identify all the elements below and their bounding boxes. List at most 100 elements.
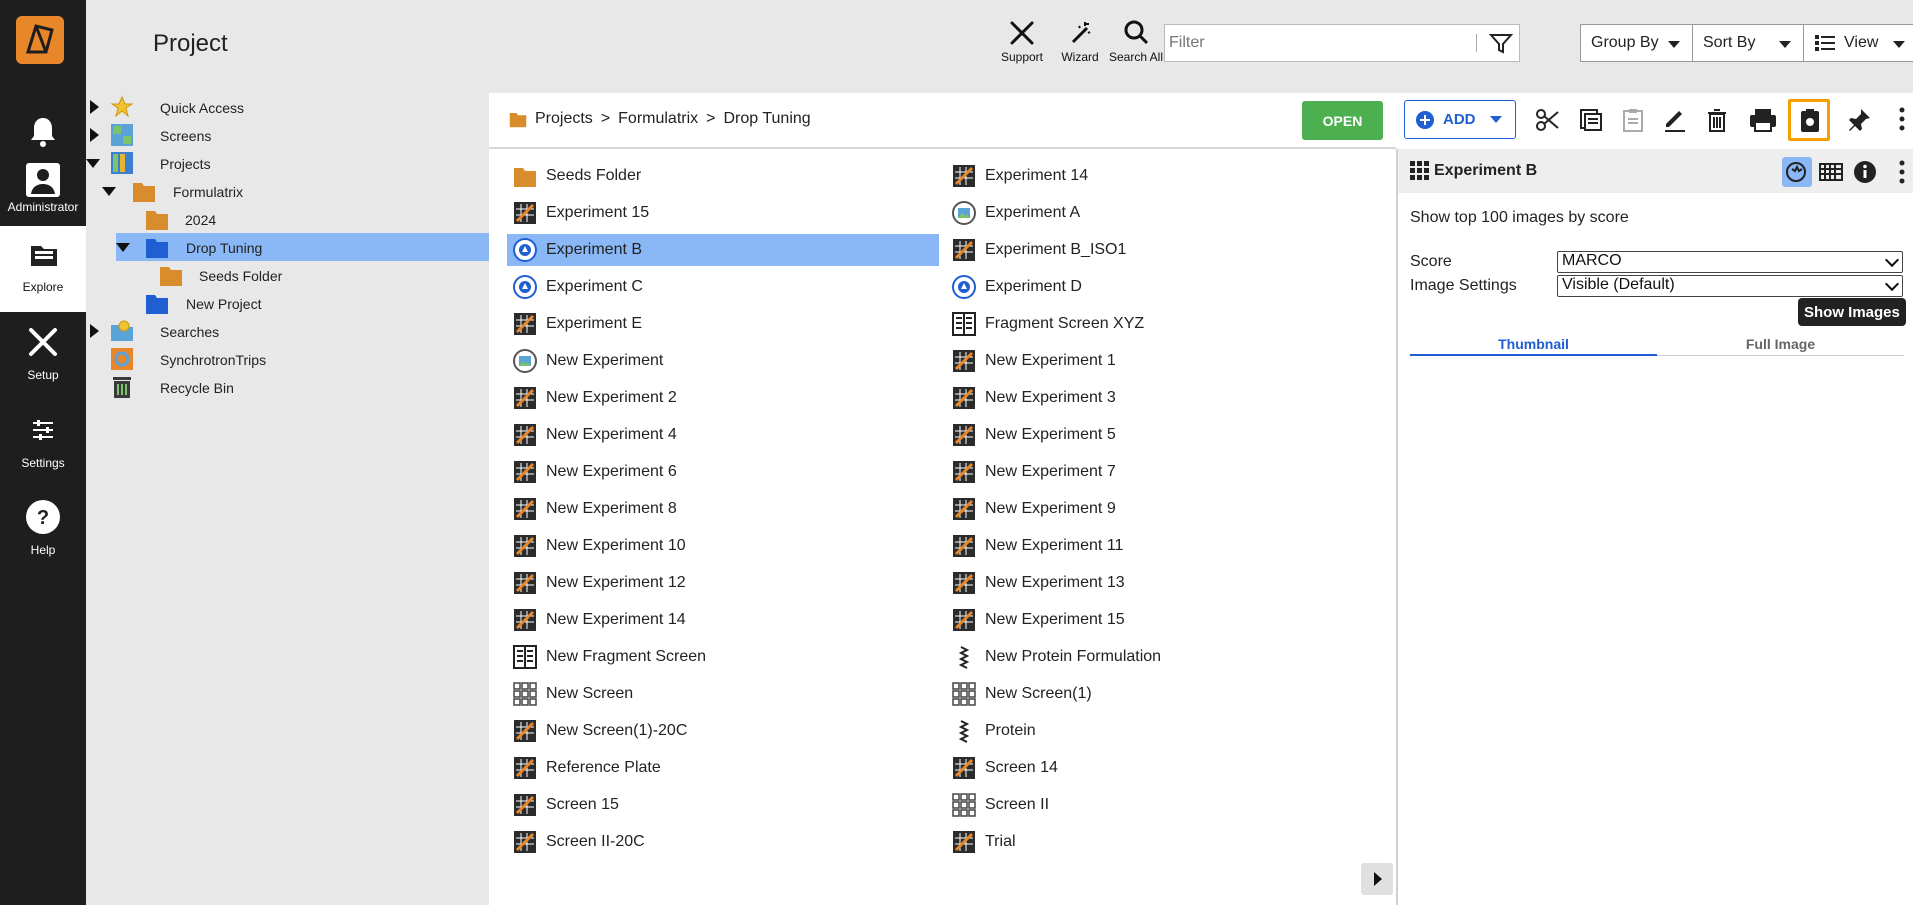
add-button[interactable]: ADD (1404, 100, 1516, 139)
tree-item-screens[interactable]: Screens (86, 121, 489, 149)
tree-item-synchrotron-trips[interactable]: SynchrotronTrips (86, 345, 489, 373)
score-select[interactable]: MARCO (1557, 251, 1903, 273)
list-item-fragment-screen-xyz[interactable]: Fragment Screen XYZ (946, 308, 1378, 340)
open-button[interactable]: OPEN (1302, 101, 1383, 140)
help-button[interactable]: ? Help (0, 497, 86, 557)
list-item-new-experiment-5[interactable]: New Experiment 5 (946, 419, 1378, 451)
edit-icon[interactable] (1661, 106, 1689, 134)
list-item-experiment-a[interactable]: Experiment A (946, 197, 1378, 229)
tab-thumbnail[interactable]: Thumbnail (1410, 332, 1657, 356)
list-item-new-experiment-11[interactable]: New Experiment 11 (946, 530, 1378, 562)
list-item-new-experiment-12[interactable]: New Experiment 12 (507, 567, 939, 599)
list-item-experiment-b[interactable]: Experiment B (507, 234, 939, 266)
imaging-view-button[interactable] (1782, 157, 1812, 187)
list-item-experiment-b-iso1[interactable]: Experiment B_ISO1 (946, 234, 1378, 266)
tree-item-searches[interactable]: Searches (86, 317, 489, 345)
more-options-icon[interactable] (1898, 106, 1906, 132)
list-item-new-experiment-15[interactable]: New Experiment 15 (946, 604, 1378, 636)
list-item-new-experiment-1[interactable]: New Experiment 1 (946, 345, 1378, 377)
list-item-new-experiment-14[interactable]: New Experiment 14 (507, 604, 939, 636)
cut-icon[interactable] (1534, 106, 1562, 134)
list-item-new-experiment-9[interactable]: New Experiment 9 (946, 493, 1378, 525)
tree-item-2024[interactable]: 2024 (86, 205, 489, 233)
tree-item-new-project[interactable]: New Project (86, 289, 489, 317)
list-item-new-experiment-13[interactable]: New Experiment 13 (946, 567, 1378, 599)
expand-icon[interactable] (90, 128, 99, 142)
info-button[interactable] (1850, 157, 1880, 187)
funnel-icon[interactable] (1489, 32, 1513, 56)
tree-item-quick-access[interactable]: Quick Access (86, 93, 489, 121)
list-item-new-screen[interactable]: New Screen (507, 678, 939, 710)
collapse-icon[interactable] (102, 187, 116, 196)
paste-icon[interactable] (1619, 106, 1647, 134)
list-item-screen-15[interactable]: Screen 15 (507, 789, 939, 821)
list-item-new-screen-1-20c[interactable]: New Screen(1)-20C (507, 715, 939, 747)
plate-view-button[interactable] (1816, 157, 1846, 187)
list-item-label: New Experiment 10 (546, 537, 686, 554)
more-options-icon[interactable] (1898, 159, 1906, 185)
experiment-icon (514, 572, 536, 594)
filter-field[interactable] (1164, 24, 1520, 62)
list-item-trial[interactable]: Trial (946, 826, 1378, 858)
pin-icon[interactable] (1845, 106, 1873, 134)
tree-item-recycle-bin[interactable]: Recycle Bin (86, 373, 489, 401)
administrator-button[interactable]: Administrator (0, 162, 86, 216)
list-item-reference-plate[interactable]: Reference Plate (507, 752, 939, 784)
tree-item-seeds-folder[interactable]: Seeds Folder (86, 261, 489, 289)
notifications-button[interactable] (0, 112, 86, 158)
list-item-new-protein-formulation[interactable]: New Protein Formulation (946, 641, 1378, 673)
explore-button[interactable]: Explore (0, 226, 86, 312)
expand-icon[interactable] (90, 100, 99, 114)
tree-label: Quick Access (160, 100, 245, 116)
list-item-experiment-e[interactable]: Experiment E (507, 308, 939, 340)
list-item-label: Experiment A (985, 204, 1081, 221)
settings-button[interactable]: Settings (0, 410, 86, 470)
list-item-new-experiment-3[interactable]: New Experiment 3 (946, 382, 1378, 414)
wizard-button[interactable]: Wizard (1052, 18, 1108, 64)
list-item-seeds-folder[interactable]: Seeds Folder (507, 160, 939, 192)
list-item-new-screen-1[interactable]: New Screen(1) (946, 678, 1378, 710)
breadcrumb-item-formulatrix[interactable]: Formulatrix (618, 110, 698, 128)
list-item-new-experiment-4[interactable]: New Experiment 4 (507, 419, 939, 451)
sort-by-dropdown[interactable]: Sort By (1692, 24, 1804, 62)
list-item-new-experiment-6[interactable]: New Experiment 6 (507, 456, 939, 488)
setup-button[interactable]: Setup (0, 322, 86, 382)
list-item-experiment-c[interactable]: Experiment C (507, 271, 939, 303)
copy-icon[interactable] (1577, 106, 1605, 134)
fragment-screen-icon (513, 645, 537, 669)
tree-item-drop-tuning[interactable]: Drop Tuning (86, 233, 489, 261)
trash-icon[interactable] (1703, 106, 1731, 134)
list-item-new-experiment-7[interactable]: New Experiment 7 (946, 456, 1378, 488)
list-item-screen-ii-20c[interactable]: Screen II-20C (507, 826, 939, 858)
tree-item-projects[interactable]: Projects (86, 149, 489, 177)
list-item-protein[interactable]: Protein (946, 715, 1378, 747)
expand-icon[interactable] (90, 324, 99, 338)
search-all-button[interactable]: Search All (1106, 18, 1166, 64)
list-item-experiment-15[interactable]: Experiment 15 (507, 197, 939, 229)
breadcrumb-item-drop-tuning[interactable]: Drop Tuning (724, 110, 811, 128)
tree-item-formulatrix[interactable]: Formulatrix (86, 177, 489, 205)
support-button[interactable]: Support (994, 18, 1050, 64)
expand-panel-button[interactable] (1361, 863, 1393, 895)
breadcrumb-item-projects[interactable]: Projects (535, 110, 593, 128)
filter-input[interactable] (1169, 31, 1469, 55)
rail-label-help: Help (30, 543, 56, 557)
list-item-new-experiment-8[interactable]: New Experiment 8 (507, 493, 939, 525)
list-item-new-experiment-10[interactable]: New Experiment 10 (507, 530, 939, 562)
projects-icon (111, 152, 133, 174)
list-item-new-experiment-2[interactable]: New Experiment 2 (507, 382, 939, 414)
list-item-experiment-d[interactable]: Experiment D (946, 271, 1378, 303)
view-dropdown[interactable]: View (1803, 24, 1913, 62)
tab-full-image[interactable]: Full Image (1657, 332, 1904, 356)
list-item-new-experiment[interactable]: New Experiment (507, 345, 939, 377)
list-item-screen-14[interactable]: Screen 14 (946, 752, 1378, 784)
group-by-dropdown[interactable]: Group By (1580, 24, 1693, 62)
list-item-new-fragment-screen[interactable]: New Fragment Screen (507, 641, 939, 673)
list-item-experiment-14[interactable]: Experiment 14 (946, 160, 1378, 192)
list-item-screen-ii[interactable]: Screen II (946, 789, 1378, 821)
collapse-icon[interactable] (116, 243, 130, 252)
collapse-icon[interactable] (86, 159, 100, 168)
app-logo[interactable] (16, 16, 64, 64)
image-settings-select[interactable]: Visible (Default) (1557, 275, 1903, 297)
print-icon[interactable] (1747, 106, 1779, 134)
